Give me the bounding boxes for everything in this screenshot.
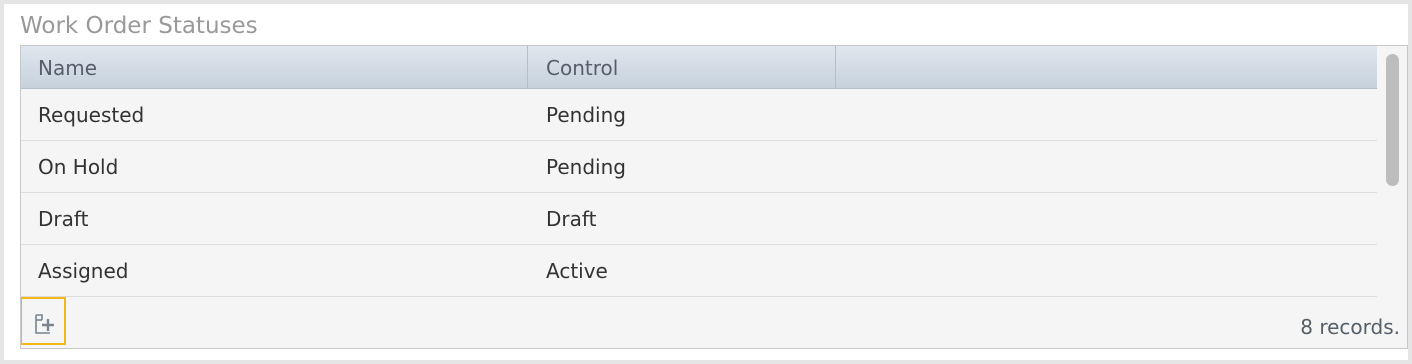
cell-control: Active [546, 259, 608, 283]
table-row[interactable]: Draft Draft [21, 193, 1377, 245]
column-header-name[interactable]: Name [21, 46, 528, 89]
scrollbar-thumb[interactable] [1386, 54, 1399, 186]
add-record-button[interactable] [21, 297, 66, 345]
work-order-statuses-panel: Work Order Statuses Name Control Request… [4, 4, 1408, 360]
column-header-control[interactable]: Control [528, 46, 836, 89]
grid-footer: 8 records. [21, 297, 1407, 348]
cell-name: On Hold [38, 155, 119, 179]
record-count: 8 records. [1300, 315, 1400, 339]
statuses-grid: Name Control Requested Pending On Hold P… [20, 45, 1408, 349]
grid-header: Name Control [21, 46, 1377, 89]
panel-title: Work Order Statuses [20, 13, 258, 39]
cell-name: Requested [38, 103, 145, 127]
cell-control: Draft [546, 207, 597, 231]
table-row[interactable]: Requested Pending [21, 89, 1377, 141]
grid-body: Requested Pending On Hold Pending Draft … [21, 89, 1377, 299]
column-header-filler [836, 46, 1377, 89]
table-row[interactable]: On Hold Pending [21, 141, 1377, 193]
cell-control: Pending [546, 155, 626, 179]
vertical-scrollbar[interactable] [1377, 46, 1407, 300]
cell-name: Assigned [38, 259, 129, 283]
cell-name: Draft [38, 207, 89, 231]
table-row[interactable]: Assigned Active [21, 245, 1377, 297]
cell-control: Pending [546, 103, 626, 127]
